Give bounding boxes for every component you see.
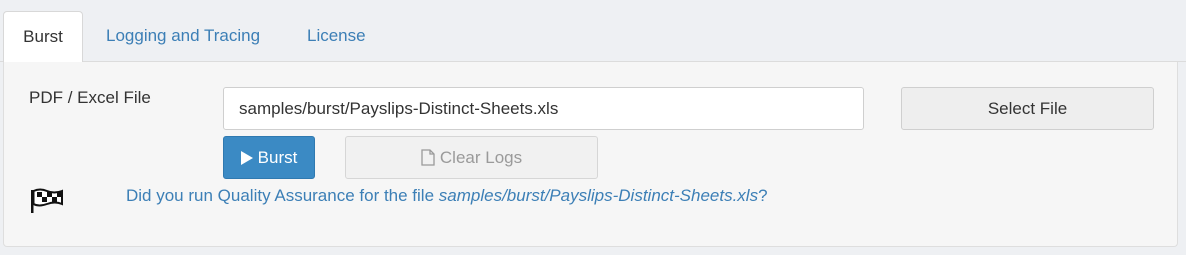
tab-logging-and-tracing[interactable]: Logging and Tracing <box>86 11 280 63</box>
tab-burst[interactable]: Burst <box>3 11 83 63</box>
clear-logs-button[interactable]: Clear Logs <box>345 136 598 179</box>
play-icon <box>240 150 253 165</box>
file-path-input[interactable] <box>223 87 864 130</box>
qa-reminder-suffix: ? <box>758 186 768 205</box>
select-file-button[interactable]: Select File <box>901 87 1154 130</box>
qa-reminder-prefix: Did you run Quality Assurance for the fi… <box>126 186 439 205</box>
file-icon <box>421 149 435 166</box>
qa-reminder-file: samples/burst/Payslips-Distinct-Sheets.x… <box>438 186 759 205</box>
burst-button[interactable]: Burst <box>223 136 315 179</box>
clear-logs-label: Clear Logs <box>439 147 523 167</box>
burst-button-label: Burst <box>257 147 298 167</box>
tab-license[interactable]: License <box>287 11 386 63</box>
qa-reminder-link[interactable]: Did you run Quality Assurance for the fi… <box>126 186 768 206</box>
file-label: PDF / Excel File <box>29 88 151 107</box>
select-file-label: Select File <box>987 98 1068 118</box>
checkered-flag-icon <box>31 188 63 213</box>
tab-bar: Burst Logging and Tracing License <box>0 0 1186 63</box>
burst-panel: PDF / Excel File Select File Burst Clear… <box>3 62 1178 247</box>
